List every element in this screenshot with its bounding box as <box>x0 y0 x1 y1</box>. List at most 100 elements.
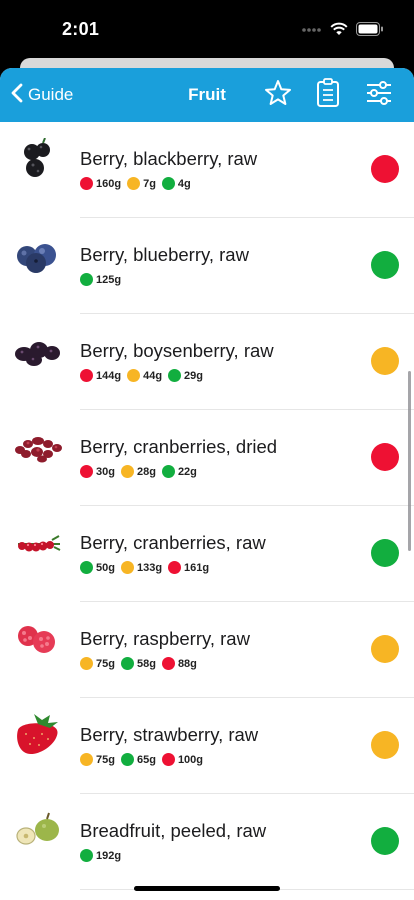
wifi-icon <box>330 22 348 41</box>
battery-icon <box>356 22 384 41</box>
raspberry-icon <box>12 618 66 662</box>
nutrient-chips: 75g 58g 88g <box>80 657 197 670</box>
food-name: Breadfruit, peeled, raw <box>80 820 267 841</box>
scrollbar[interactable] <box>408 371 411 551</box>
fruit-screen: Guide Fruit Berry, blackberry, raw 160g 7g… <box>0 68 414 900</box>
orange-dot-icon <box>80 753 93 766</box>
nutrient-chip: 192g <box>80 849 121 862</box>
boysenberry-icon <box>12 330 66 374</box>
nutrient-chips: 192g <box>80 849 121 862</box>
nutrient-value: 65g <box>136 753 156 766</box>
red-dot-icon <box>168 561 182 574</box>
red-dot-icon <box>161 657 175 670</box>
status-indicator-icon <box>371 443 399 471</box>
filter-button[interactable] <box>362 78 396 112</box>
nutrient-chip: 50g <box>80 561 115 574</box>
home-indicator <box>134 886 280 891</box>
breadfruit-icon <box>12 810 66 854</box>
dried-cranberries-icon <box>12 426 66 470</box>
green-dot-icon <box>120 753 134 766</box>
nutrient-value: 44g <box>143 369 163 382</box>
nutrient-value: 144g <box>96 369 122 382</box>
food-name: Berry, blackberry, raw <box>80 148 258 169</box>
food-row[interactable]: Breadfruit, peeled, raw 192g <box>0 794 414 890</box>
nutrient-chips: 160g 7g 4g <box>80 177 191 190</box>
food-row[interactable]: Berry, cranberries, raw 50g 133g 161g <box>0 506 414 602</box>
nutrient-chip: 75g <box>80 753 115 766</box>
orange-dot-icon <box>120 465 134 478</box>
nutrient-chip: 29g <box>168 369 203 382</box>
green-dot-icon <box>168 369 182 382</box>
nutrient-value: 7g <box>143 177 156 190</box>
green-dot-icon <box>80 273 93 286</box>
nutrient-value: 58g <box>136 657 156 670</box>
nutrient-value: 29g <box>184 369 204 382</box>
status-indicator-icon <box>371 827 399 855</box>
status-indicator-icon <box>371 347 399 375</box>
food-name: Berry, strawberry, raw <box>80 724 259 745</box>
nutrient-value: 88g <box>177 657 197 670</box>
food-name: Berry, cranberries, dried <box>80 436 278 457</box>
nutrient-chip: 44g <box>127 369 162 382</box>
nutrient-chip: 144g <box>80 369 121 382</box>
food-row[interactable]: Berry, boysenberry, raw 144g 44g 29g <box>0 314 414 410</box>
nutrient-value: 125g <box>96 273 122 286</box>
nutrient-value: 4g <box>177 177 191 190</box>
star-icon <box>264 79 292 112</box>
cellular-signal-icon <box>302 23 322 41</box>
clipboard-button[interactable] <box>311 77 345 113</box>
nutrient-value: 50g <box>96 561 115 574</box>
nutrient-chip: 88g <box>161 657 197 670</box>
favorite-button[interactable] <box>261 78 295 112</box>
nav-bar: Guide Fruit <box>0 68 414 122</box>
status-indicator-icon <box>371 731 399 759</box>
status-indicator-icon <box>371 251 399 279</box>
nutrient-chip: 22g <box>161 465 197 478</box>
food-row[interactable]: Berry, blackberry, raw 160g 7g 4g <box>0 122 414 218</box>
status-icons <box>302 22 384 41</box>
orange-dot-icon <box>120 561 134 574</box>
green-dot-icon <box>161 465 175 478</box>
nutrient-chip: 75g <box>80 657 115 670</box>
status-time: 2:01 <box>62 19 100 39</box>
clipboard-icon <box>316 77 340 113</box>
nutrient-chips: 30g 28g 22g <box>80 465 197 478</box>
red-dot-icon <box>80 369 93 382</box>
green-dot-icon <box>80 849 93 862</box>
status-bar: 2:01 <box>0 0 414 60</box>
nutrient-value: 75g <box>96 657 115 670</box>
nutrient-value: 161g <box>184 561 210 574</box>
blueberry-icon <box>12 234 66 278</box>
status-indicator-icon <box>371 155 399 183</box>
green-dot-icon <box>161 177 175 190</box>
nutrient-chips: 75g 65g 100g <box>80 753 203 766</box>
food-row[interactable]: Berry, raspberry, raw 75g 58g 88g <box>0 602 414 698</box>
nutrient-chip: 28g <box>120 465 156 478</box>
nutrient-value: 75g <box>96 753 115 766</box>
nutrient-value: 100g <box>177 753 204 766</box>
green-dot-icon <box>120 657 134 670</box>
nutrient-chip: 4g <box>161 177 191 190</box>
red-dot-icon <box>80 465 93 478</box>
nutrient-value: 22g <box>177 465 197 478</box>
orange-dot-icon <box>127 369 141 382</box>
nutrient-chip: 30g <box>80 465 115 478</box>
food-list: Berry, blackberry, raw 160g 7g 4g Berry, blu… <box>0 122 414 890</box>
nutrient-chip: 161g <box>168 561 209 574</box>
status-indicator-icon <box>371 635 399 663</box>
page-title: Fruit <box>188 85 226 104</box>
nutrient-chip: 100g <box>161 753 204 766</box>
food-row[interactable]: Berry, blueberry, raw 125g <box>0 218 414 314</box>
nutrient-chip: 65g <box>120 753 156 766</box>
food-row[interactable]: Berry, cranberries, dried 30g 28g 22g <box>0 410 414 506</box>
nutrient-chips: 50g 133g 161g <box>80 561 209 574</box>
food-name: Berry, cranberries, raw <box>80 532 266 553</box>
orange-dot-icon <box>127 177 141 190</box>
strawberry-icon <box>12 714 66 758</box>
nutrient-chips: 144g 44g 29g <box>80 369 203 382</box>
blackberry-icon <box>12 137 66 182</box>
red-dot-icon <box>80 177 93 190</box>
red-dot-icon <box>161 753 175 766</box>
food-row[interactable]: Berry, strawberry, raw 75g 65g 100g <box>0 698 414 794</box>
food-name: Berry, boysenberry, raw <box>80 340 274 361</box>
